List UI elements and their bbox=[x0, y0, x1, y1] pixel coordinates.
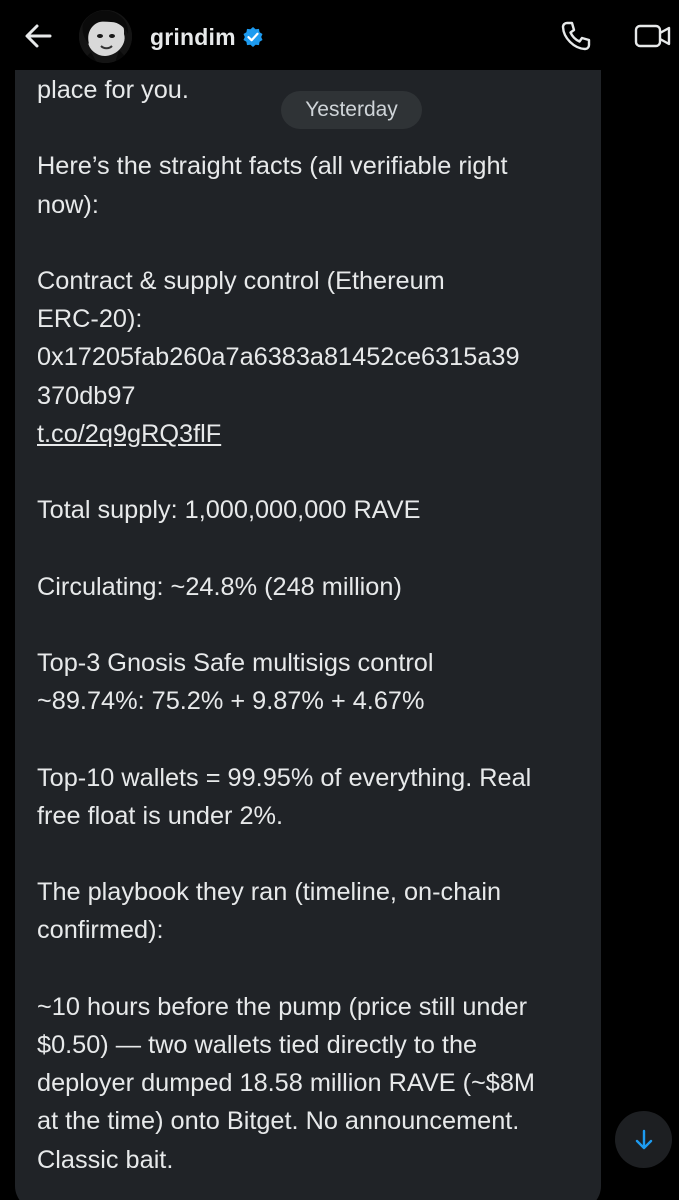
message-text: place for you. Here’s the straight facts … bbox=[37, 71, 582, 1179]
verified-badge-icon bbox=[243, 27, 263, 47]
message-line: ~89.74%: 75.2% + 9.87% + 4.67% bbox=[37, 687, 425, 716]
message-line: Circulating: ~24.8% (248 million) bbox=[37, 572, 402, 601]
back-arrow-icon[interactable] bbox=[22, 20, 54, 52]
message-line: 370db97 bbox=[37, 381, 136, 410]
message-line: confirmed): bbox=[37, 916, 164, 945]
username[interactable]: grindim bbox=[150, 24, 236, 51]
avatar[interactable] bbox=[79, 10, 132, 63]
message-line: ~10 hours before the pump (price still u… bbox=[37, 992, 528, 1021]
conversation-header: grindim bbox=[0, 0, 679, 72]
phone-call-icon[interactable] bbox=[558, 18, 594, 54]
arrow-down-icon bbox=[635, 1129, 652, 1149]
message-line: The playbook they ran (timeline, on-chai… bbox=[37, 878, 502, 907]
message-line: Contract & supply control (Ethereum bbox=[37, 266, 445, 295]
message-line: Top-3 Gnosis Safe multisigs control bbox=[37, 648, 434, 677]
date-divider: Yesterday bbox=[281, 91, 422, 129]
message-link[interactable]: t.co/2q9gRQ3flF bbox=[37, 415, 582, 453]
message-line: Classic bait. bbox=[37, 1145, 174, 1174]
message-line: Top-10 wallets = 99.95% of everything. R… bbox=[37, 763, 532, 792]
message-line: Here’s the straight facts (all verifiabl… bbox=[37, 152, 508, 181]
message-line: ERC-20): bbox=[37, 305, 143, 334]
message-line: Total supply: 1,000,000,000 RAVE bbox=[37, 496, 421, 525]
message-line: $0.50) — two wallets tied directly to th… bbox=[37, 1030, 478, 1059]
message-line: deployer dumped 18.58 million RAVE (~$8M bbox=[37, 1069, 536, 1098]
message-line: 0x17205fab260a7a6383a81452ce6315a39 bbox=[37, 343, 520, 372]
avatar-image bbox=[79, 10, 132, 63]
message-line: at the time) onto Bitget. No announcemen… bbox=[37, 1107, 520, 1136]
scroll-to-bottom-button[interactable] bbox=[615, 1111, 672, 1168]
message-line: free float is under 2%. bbox=[37, 801, 284, 830]
username-row[interactable]: grindim bbox=[150, 22, 264, 52]
message-line: now): bbox=[37, 190, 99, 219]
video-call-icon[interactable] bbox=[633, 18, 673, 54]
